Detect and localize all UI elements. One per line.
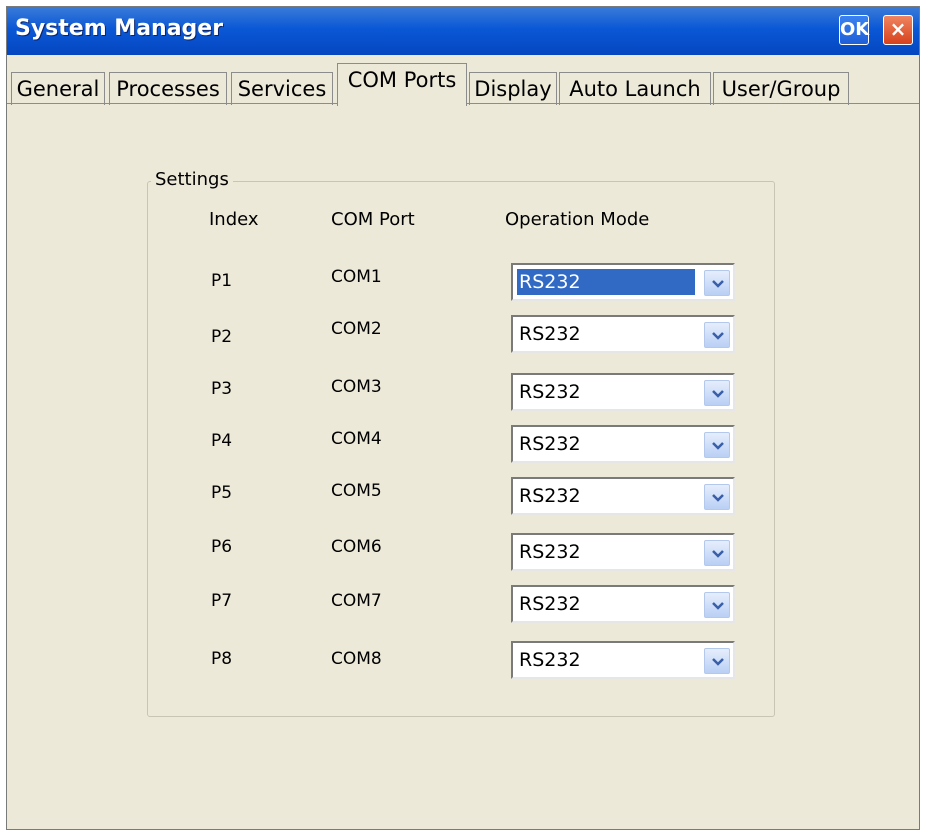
tab-display[interactable]: Display (469, 72, 557, 105)
operation-mode-value: RS232 (519, 323, 581, 345)
operation-mode-select-p1[interactable]: RS232 (511, 263, 735, 301)
row-com-port: COM6 (331, 537, 382, 557)
row-index: P4 (211, 431, 233, 451)
row-index: P1 (211, 271, 233, 291)
operation-mode-header: Operation Mode (505, 209, 650, 230)
tab-general[interactable]: General (11, 72, 105, 105)
chevron-down-icon[interactable] (704, 592, 730, 618)
operation-mode-select-p2[interactable]: RS232 (511, 315, 735, 353)
row-index: P3 (211, 379, 233, 399)
row-com-port: COM7 (331, 591, 382, 611)
ok-button[interactable]: OK (839, 15, 869, 45)
row-index: P5 (211, 483, 233, 503)
chevron-down-icon[interactable] (704, 648, 730, 674)
row-index: P8 (211, 649, 233, 669)
chevron-down-icon[interactable] (704, 380, 730, 406)
tab-user-group[interactable]: User/Group (713, 72, 849, 105)
chevron-down-icon[interactable] (704, 484, 730, 510)
row-com-port: COM2 (331, 319, 382, 339)
tab-com-ports[interactable]: COM Ports (337, 63, 467, 106)
tab-strip: General Processes Services COM Ports Dis… (7, 63, 919, 106)
operation-mode-value: RS232 (519, 541, 581, 563)
row-com-port: COM1 (331, 267, 382, 287)
operation-mode-value: RS232 (519, 433, 581, 455)
index-header: Index (209, 209, 259, 230)
window-title: System Manager (15, 16, 224, 41)
chevron-down-icon[interactable] (704, 322, 730, 348)
chevron-down-icon[interactable] (704, 432, 730, 458)
chevron-down-icon[interactable] (704, 540, 730, 566)
row-index: P2 (211, 327, 233, 347)
operation-mode-select-p8[interactable]: RS232 (511, 641, 735, 679)
system-manager-window: System Manager OK × General Processes Se… (6, 6, 920, 830)
row-com-port: COM3 (331, 377, 382, 397)
row-index: P7 (211, 591, 233, 611)
operation-mode-value: RS232 (519, 649, 581, 671)
operation-mode-select-p5[interactable]: RS232 (511, 477, 735, 515)
operation-mode-select-p4[interactable]: RS232 (511, 425, 735, 463)
row-com-port: COM5 (331, 481, 382, 501)
close-button[interactable]: × (883, 15, 913, 45)
row-com-port: COM8 (331, 649, 382, 669)
operation-mode-value: RS232 (517, 269, 695, 295)
com-port-header: COM Port (331, 209, 415, 230)
operation-mode-value: RS232 (519, 381, 581, 403)
tab-auto-launch[interactable]: Auto Launch (559, 72, 711, 105)
tab-processes[interactable]: Processes (109, 72, 227, 105)
row-com-port: COM4 (331, 429, 382, 449)
chevron-down-icon[interactable] (704, 270, 730, 296)
tab-services[interactable]: Services (231, 72, 333, 105)
operation-mode-select-p3[interactable]: RS232 (511, 373, 735, 411)
row-index: P6 (211, 537, 233, 557)
settings-group-label: Settings (151, 169, 233, 190)
title-bar[interactable]: System Manager OK × (7, 7, 919, 55)
operation-mode-value: RS232 (519, 593, 581, 615)
operation-mode-select-p6[interactable]: RS232 (511, 533, 735, 571)
operation-mode-select-p7[interactable]: RS232 (511, 585, 735, 623)
operation-mode-value: RS232 (519, 485, 581, 507)
